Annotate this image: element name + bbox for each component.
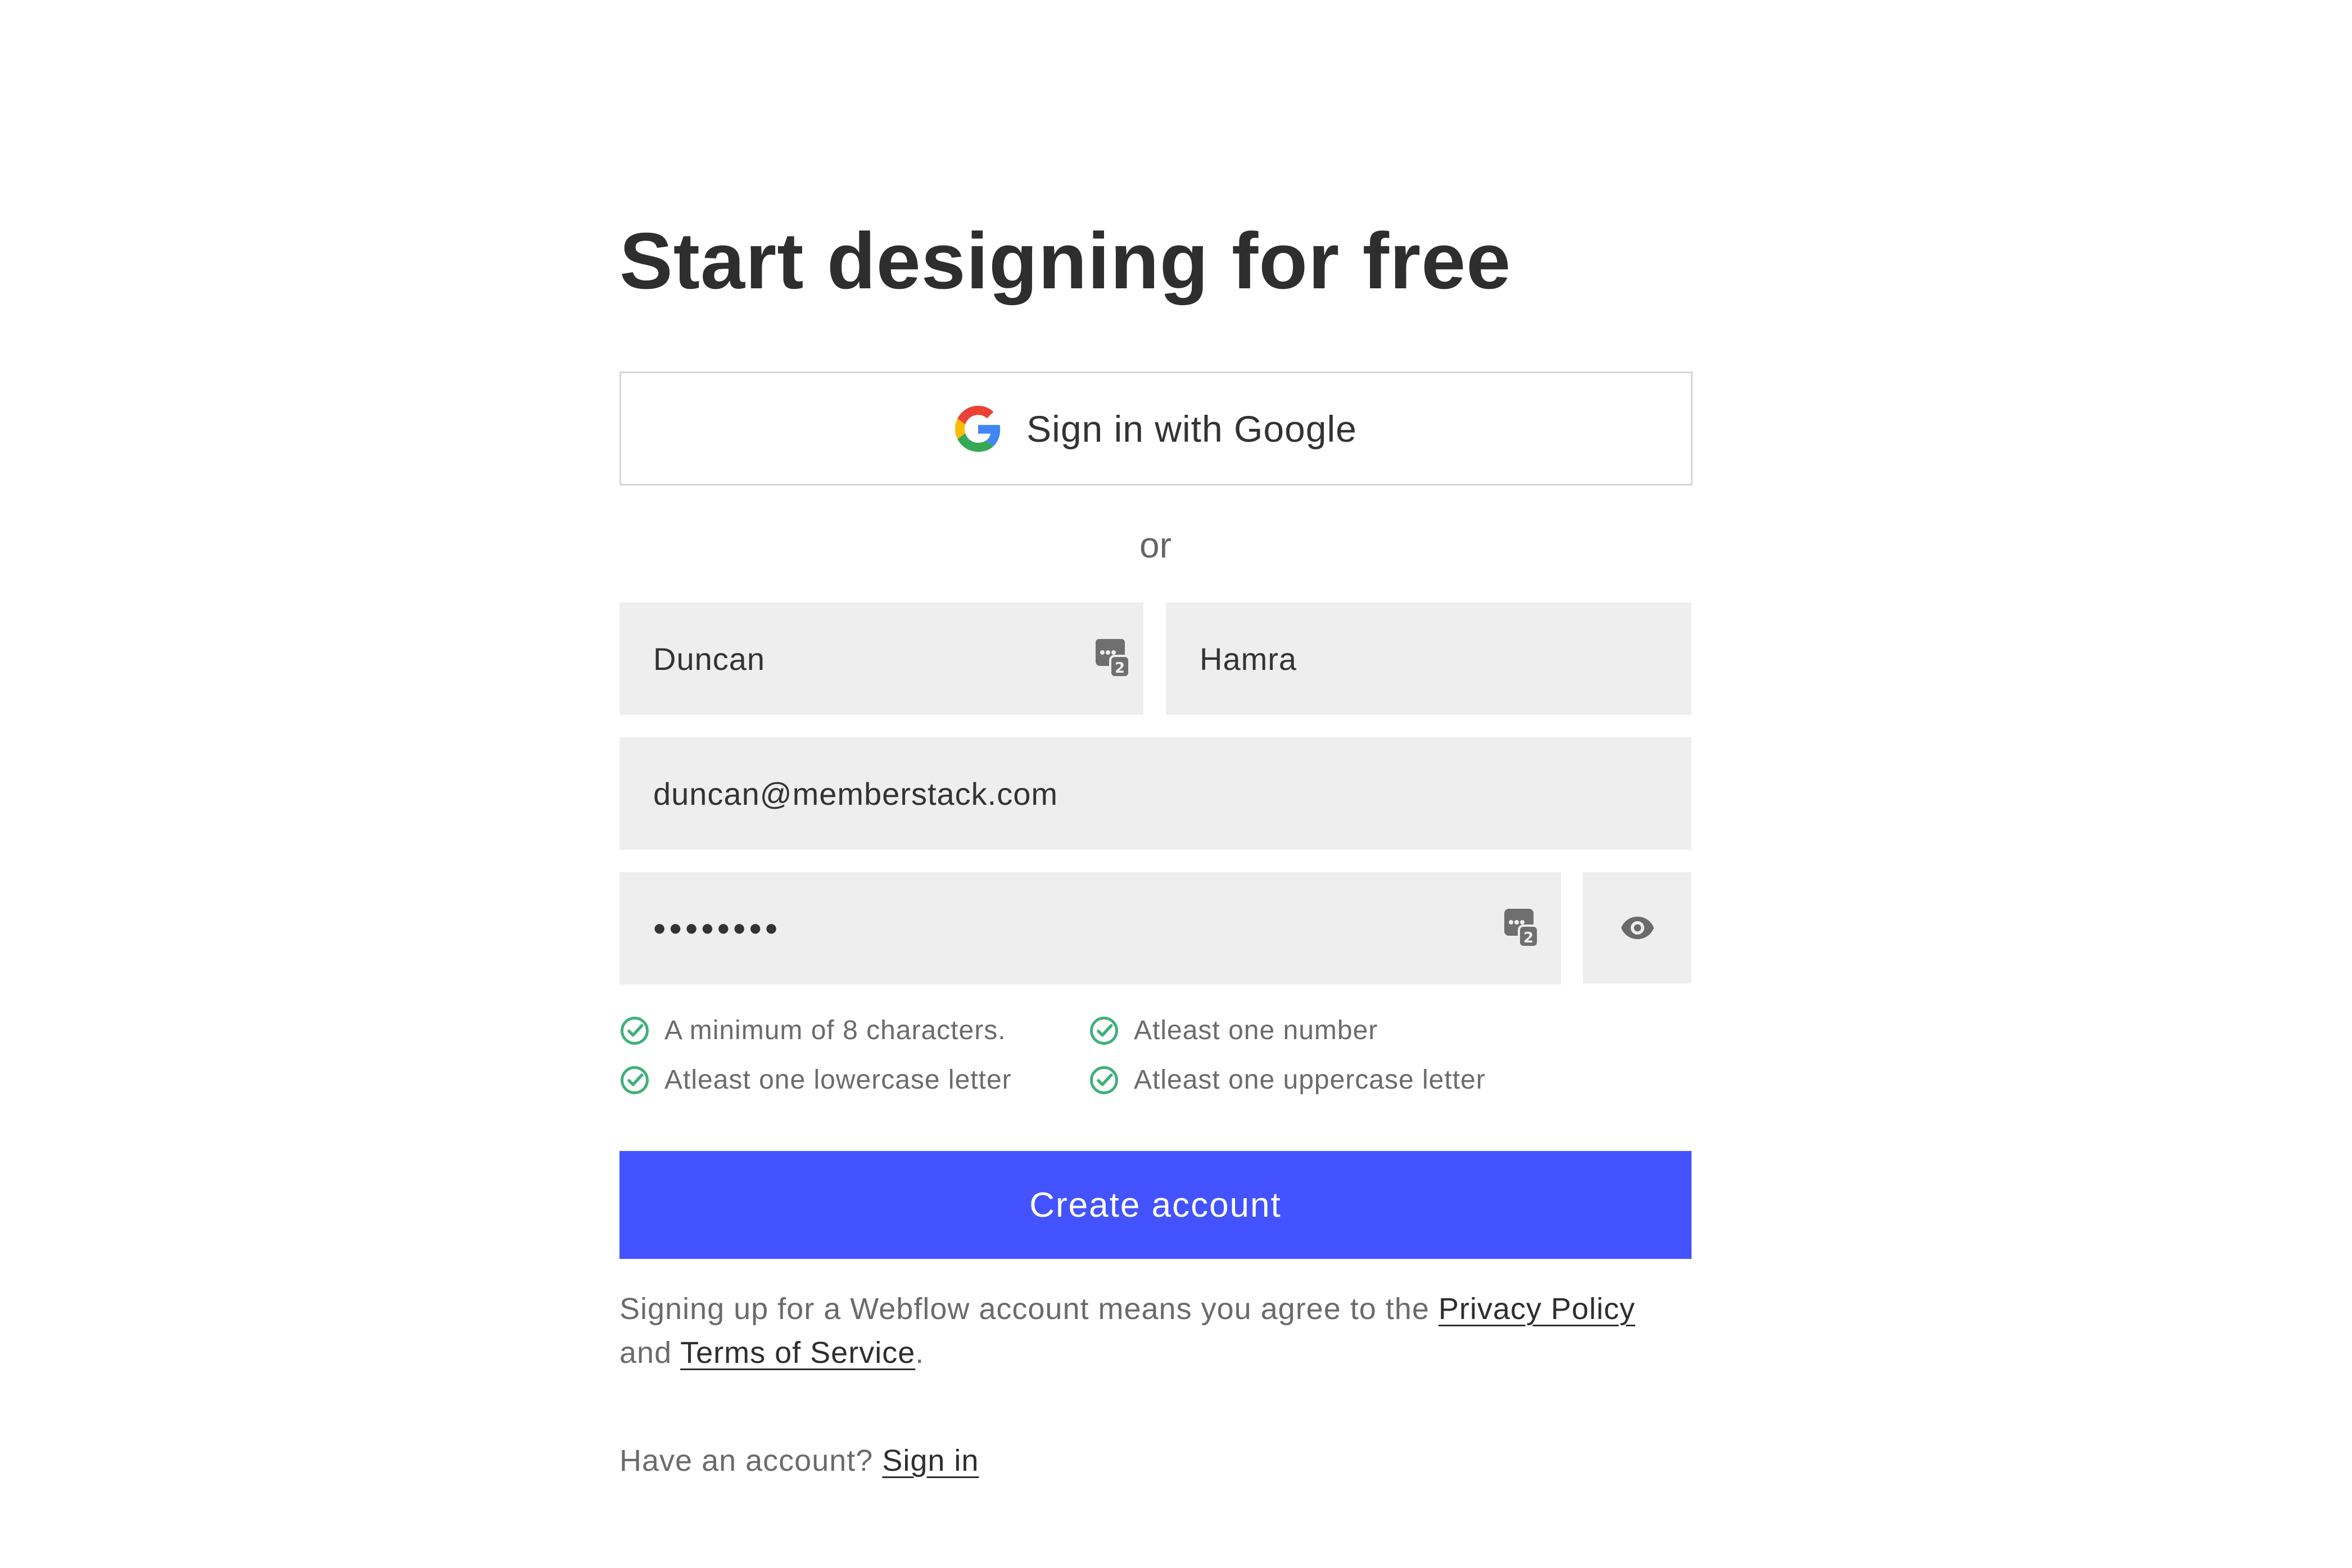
eye-icon (1620, 916, 1655, 940)
password-input[interactable] (619, 872, 1561, 985)
password-manager-icon[interactable]: 2 (1094, 638, 1130, 678)
requirement-uppercase: Atleast one uppercase letter (1089, 1064, 1486, 1095)
google-signin-button[interactable]: Sign in with Google (619, 371, 1693, 486)
show-password-toggle[interactable] (1583, 872, 1691, 984)
check-circle-icon (1089, 1016, 1119, 1046)
requirement-text: A minimum of 8 characters. (664, 1016, 1006, 1045)
requirement-text: Atleast one lowercase letter (664, 1065, 1012, 1095)
password-manager-icon[interactable]: 2 (1503, 908, 1539, 948)
requirement-lowercase: Atleast one lowercase letter (619, 1064, 1012, 1095)
check-circle-icon (619, 1016, 650, 1046)
or-divider: or (1139, 525, 1172, 565)
signin-prompt: Have an account? Sign in (619, 1439, 979, 1483)
requirement-text: Atleast one uppercase letter (1134, 1065, 1486, 1095)
terms-notice: Signing up for a Webflow account means y… (619, 1287, 1691, 1375)
requirement-min-length: A minimum of 8 characters. (619, 1015, 1006, 1046)
page-title: Start designing for free (619, 216, 1512, 306)
google-signin-label: Sign in with Google (1026, 407, 1357, 450)
create-account-button[interactable]: Create account (619, 1151, 1691, 1259)
first-name-input[interactable] (619, 602, 1143, 715)
svg-text:2: 2 (1115, 660, 1125, 677)
requirement-number: Atleast one number (1089, 1015, 1378, 1046)
requirement-text: Atleast one number (1134, 1016, 1378, 1045)
signin-prefix: Have an account? (619, 1444, 883, 1478)
last-name-input[interactable] (1166, 602, 1691, 715)
signin-link[interactable]: Sign in (882, 1444, 979, 1478)
terms-prefix: Signing up for a Webflow account means y… (619, 1292, 1439, 1326)
google-logo-icon (955, 405, 1001, 452)
check-circle-icon (1089, 1065, 1119, 1095)
terms-of-service-link[interactable]: Terms of Service (680, 1336, 915, 1370)
svg-text:2: 2 (1523, 930, 1534, 946)
terms-suffix: . (915, 1336, 925, 1370)
terms-and: and (619, 1336, 681, 1370)
email-input[interactable] (619, 737, 1691, 850)
check-circle-icon (619, 1065, 650, 1095)
privacy-policy-link[interactable]: Privacy Policy (1439, 1292, 1635, 1326)
